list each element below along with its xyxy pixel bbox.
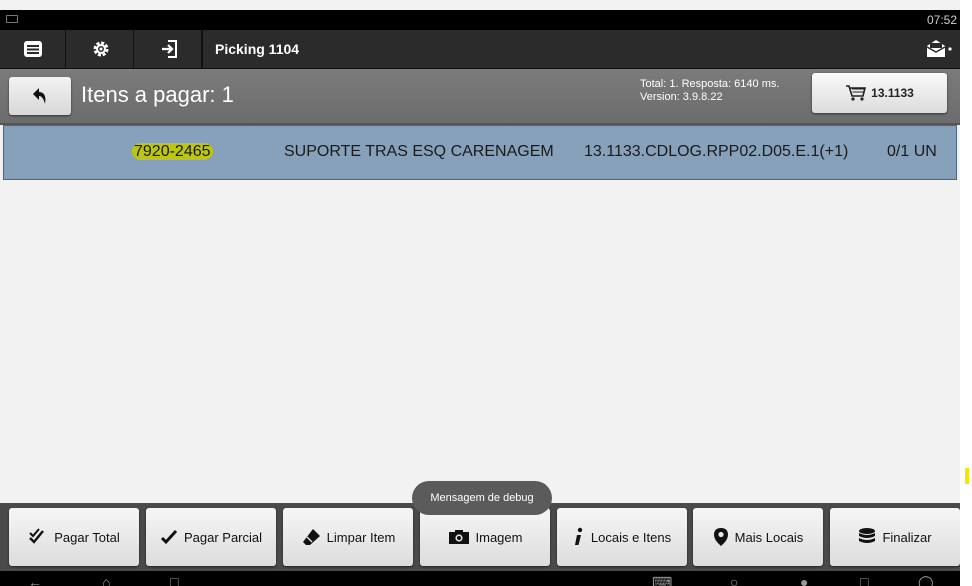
info-icon xyxy=(574,527,583,545)
limpar-item-button[interactable]: Limpar Item xyxy=(283,508,413,566)
database-icon xyxy=(859,528,876,543)
menu-button[interactable] xyxy=(0,30,66,68)
pagar-parcial-button[interactable]: Pagar Parcial xyxy=(146,508,276,566)
system-nav-bar: ← ⌂ □ ⌨ ○ ● □ ◯ xyxy=(0,571,960,586)
nav-keyboard-icon[interactable]: ⌨ xyxy=(652,574,672,586)
app-frame: 07:52 Picking 1104 Itens a pagar: 1 Tota… xyxy=(0,0,960,586)
mais-locais-label: Mais Locais xyxy=(734,529,804,545)
pagar-total-button[interactable]: Pagar Total xyxy=(9,508,139,566)
item-description: SUPORTE TRAS ESQ CARENAGEM xyxy=(284,143,554,160)
location-pin-icon xyxy=(713,528,728,546)
response-info-line1: Total: 1. Resposta: 6140 ms. xyxy=(640,78,780,90)
eraser-icon xyxy=(302,529,320,545)
debug-toast: Mensagem de debug xyxy=(412,481,552,515)
nav-window-icon[interactable]: □ xyxy=(860,574,868,586)
cart-button[interactable]: 13.1133 xyxy=(812,73,947,113)
finalizar-button[interactable]: Finalizar xyxy=(830,508,960,566)
imagem-button[interactable]: Imagem xyxy=(420,508,550,566)
edge-marker xyxy=(965,468,969,484)
status-bar: 07:52 xyxy=(0,10,960,30)
login-button[interactable] xyxy=(136,30,202,68)
nav-recent-icon[interactable]: □ xyxy=(170,574,178,586)
locais-itens-label: Locais e Itens xyxy=(590,529,672,545)
limpar-item-label: Limpar Item xyxy=(326,529,396,545)
items-to-pay-title: Itens a pagar: 1 xyxy=(81,82,234,107)
gear-icon xyxy=(93,41,108,57)
undo-icon xyxy=(33,88,46,104)
screen-edge xyxy=(960,0,972,586)
mais-locais-button[interactable]: Mais Locais xyxy=(693,508,823,566)
nav-mic-icon[interactable]: ● xyxy=(800,574,808,586)
mail-icon xyxy=(926,40,952,57)
camera-icon xyxy=(448,530,469,544)
nav-back-icon[interactable]: ← xyxy=(28,574,42,586)
imagem-label: Imagem xyxy=(475,529,523,545)
check-icon xyxy=(160,529,178,545)
double-check-icon xyxy=(29,528,45,544)
nav-settings-icon[interactable]: ◯ xyxy=(918,574,934,586)
settings-button[interactable] xyxy=(68,30,134,68)
menu-icon xyxy=(23,41,42,57)
keyboard-icon xyxy=(6,15,18,23)
finalizar-label: Finalizar xyxy=(882,529,932,545)
item-code: 7920-2465 xyxy=(132,143,213,161)
nav-home-icon[interactable]: ⌂ xyxy=(102,574,110,586)
cart-label: 13.1133 xyxy=(871,86,914,100)
back-button[interactable] xyxy=(9,77,71,115)
response-info: Total: 1. Resposta: 6140 ms. Version: 3.… xyxy=(640,78,779,104)
list-item[interactable]: 7920-2465 SUPORTE TRAS ESQ CARENAGEM 13.… xyxy=(3,125,957,180)
pagar-parcial-label: Pagar Parcial xyxy=(183,529,263,545)
response-info-line2: Version: 3.9.8.22 xyxy=(640,91,723,103)
status-time: 07:52 xyxy=(926,13,957,27)
item-code-text: 7920-2465 xyxy=(132,143,213,160)
sub-header: Itens a pagar: 1 Total: 1. Resposta: 614… xyxy=(0,69,960,125)
locais-itens-button[interactable]: Locais e Itens xyxy=(557,508,687,566)
page-title: Picking 1104 xyxy=(202,30,299,68)
item-quantity: 0/1 UN xyxy=(887,143,937,160)
top-bar: Picking 1104 xyxy=(0,30,960,69)
item-location: 13.1133.CDLOG.RPP02.D05.E.1(+1) xyxy=(584,143,849,160)
pagar-total-label: Pagar Total xyxy=(54,529,120,545)
items-list: 7920-2465 SUPORTE TRAS ESQ CARENAGEM 13.… xyxy=(0,125,960,505)
login-icon xyxy=(161,40,177,58)
cart-icon xyxy=(846,85,867,101)
messages-button[interactable] xyxy=(924,37,954,61)
nav-search-icon[interactable]: ○ xyxy=(730,574,738,586)
